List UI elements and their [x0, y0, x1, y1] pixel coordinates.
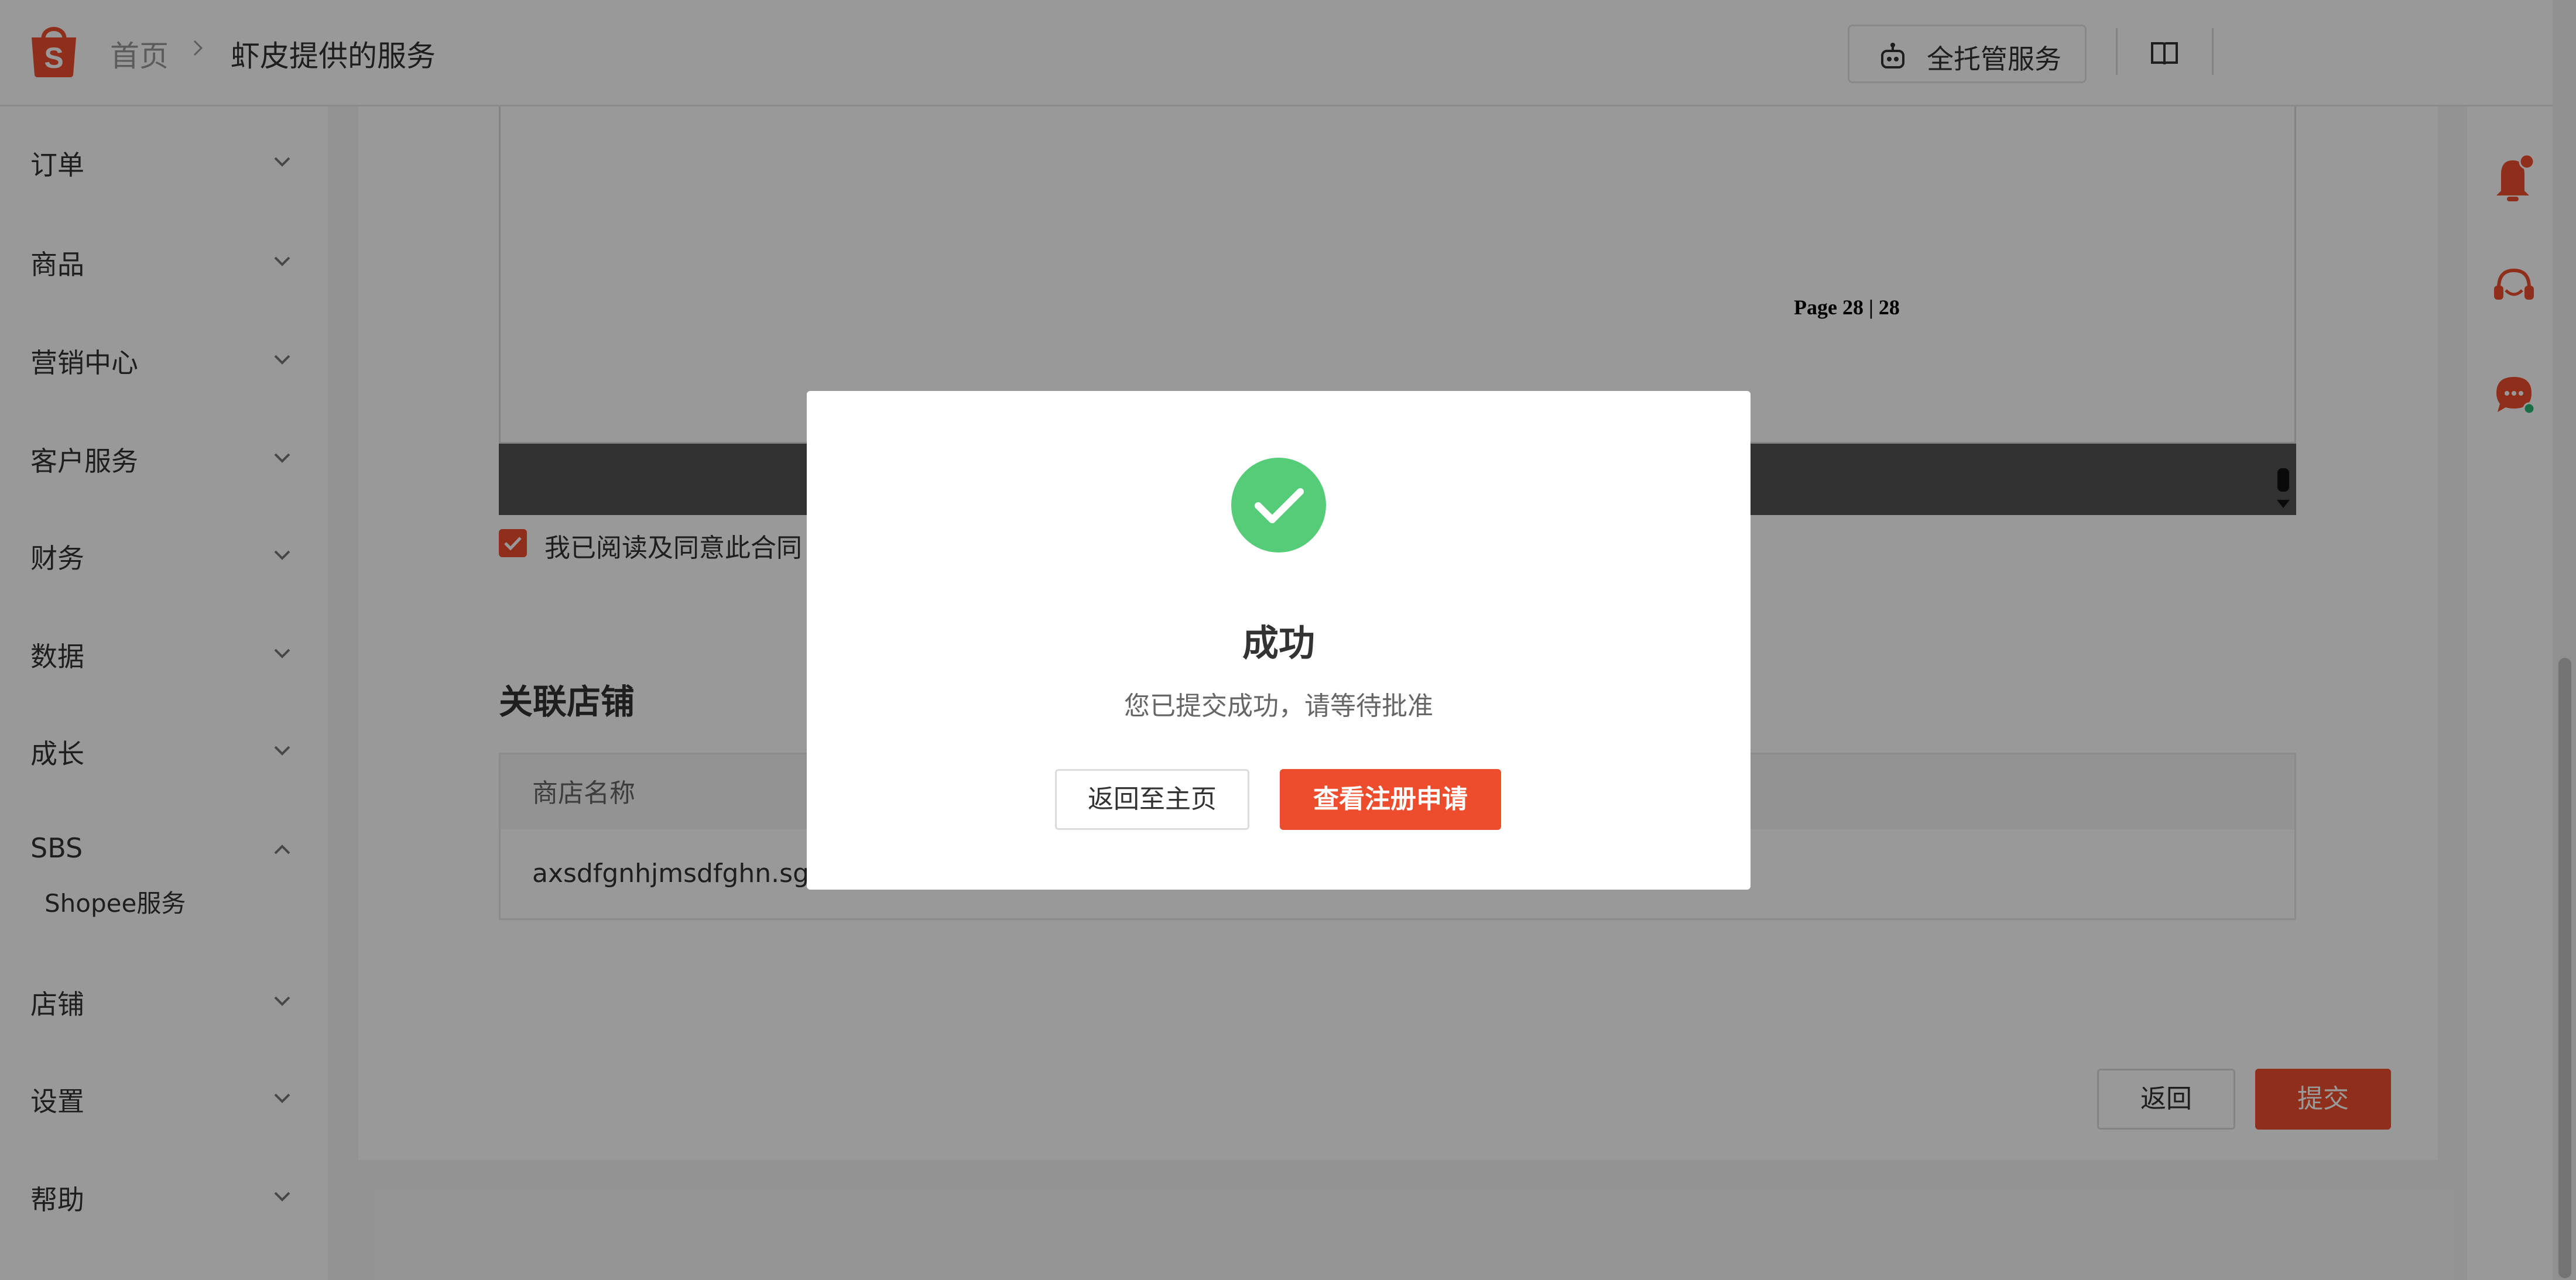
- success-modal: 成功 您已提交成功，请等待批准 返回至主页 查看注册申请: [807, 391, 1751, 890]
- modal-title: 成功: [1242, 622, 1315, 664]
- success-check-icon: [1231, 458, 1326, 553]
- return-home-button[interactable]: 返回至主页: [1055, 769, 1249, 830]
- modal-description: 您已提交成功，请等待批准: [1124, 691, 1433, 721]
- view-registration-button[interactable]: 查看注册申请: [1280, 769, 1501, 830]
